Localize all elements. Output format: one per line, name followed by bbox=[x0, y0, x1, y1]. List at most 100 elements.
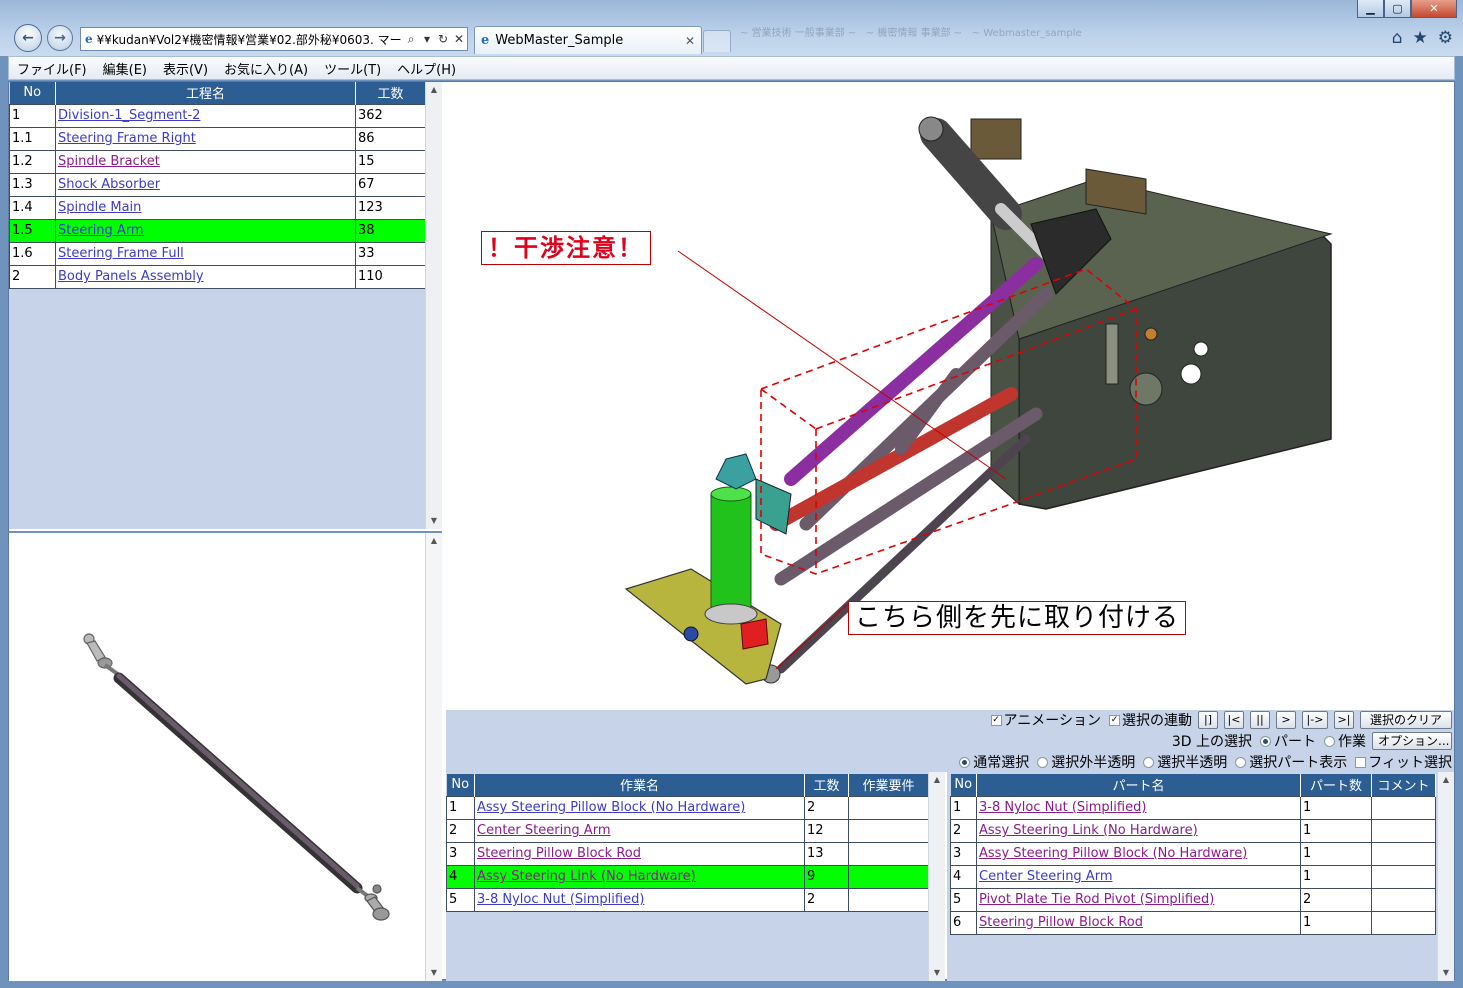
scroll-up-icon[interactable]: ▲ bbox=[426, 82, 442, 98]
new-tab-button[interactable] bbox=[703, 30, 731, 52]
playback-step-button[interactable]: |-> bbox=[1302, 711, 1328, 729]
row-link[interactable]: Spindle Bracket bbox=[58, 154, 160, 169]
row-link[interactable]: Steering Frame Full bbox=[58, 246, 184, 261]
select-translucent-radio[interactable] bbox=[1143, 756, 1155, 768]
preview-scrollbar[interactable]: ▲ ▼ bbox=[425, 533, 442, 981]
playback-rewind-button[interactable]: |< bbox=[1224, 711, 1244, 729]
playback-play-button[interactable]: > bbox=[1276, 711, 1296, 729]
menu-help[interactable]: ヘルプ(H) bbox=[389, 59, 464, 78]
row-link[interactable]: Steering Pillow Block Rod bbox=[979, 915, 1143, 930]
menu-file[interactable]: ファイル(F) bbox=[9, 59, 95, 78]
minimize-button[interactable]: ▁ bbox=[1357, 0, 1384, 18]
cell-name: Steering Arm bbox=[55, 218, 356, 243]
menu-bar: ファイル(F) 編集(E) 表示(V) お気に入り(A) ツール(T) ヘルプ(… bbox=[8, 56, 1455, 80]
task-table: No 作業名 工数 作業要件 1 Assy Steering Pillow Blo… bbox=[446, 774, 929, 912]
scroll-up-icon[interactable]: ▲ bbox=[929, 772, 945, 788]
stop-icon[interactable]: ✕ bbox=[451, 32, 467, 46]
parts-list-scrollbar[interactable]: ▲ ▼ bbox=[1437, 772, 1454, 981]
playback-row: ✓ アニメーション ✓ 選択の連動 |] |< || > |-> >| 選択のク… bbox=[990, 710, 1452, 730]
table-row[interactable]: 5 Pivot Plate Tie Rod Pivot (Simplified) 2 bbox=[950, 887, 1436, 912]
playback-pause-button[interactable]: || bbox=[1250, 711, 1270, 729]
task-radio[interactable] bbox=[1324, 735, 1335, 747]
3d-viewer[interactable]: ！干渉注意！ こちら側を先に取り付ける bbox=[446, 84, 1454, 710]
row-link[interactable]: Steering Frame Right bbox=[58, 131, 196, 146]
row-link[interactable]: Shock Absorber bbox=[58, 177, 160, 192]
table-row[interactable]: 3 Steering Pillow Block Rod 13 bbox=[446, 841, 929, 866]
row-link[interactable]: Center Steering Arm bbox=[979, 869, 1113, 884]
table-row[interactable]: 1.4 Spindle Main 123 bbox=[9, 195, 426, 220]
row-link[interactable]: Assy Steering Link (No Hardware) bbox=[477, 869, 696, 884]
row-link[interactable]: Division-1_Segment-2 bbox=[58, 108, 200, 123]
row-link[interactable]: 3-8 Nyloc Nut (Simplified) bbox=[477, 892, 644, 907]
scroll-down-icon[interactable]: ▼ bbox=[929, 965, 945, 981]
row-link[interactable]: Body Panels Assembly bbox=[58, 269, 204, 284]
menu-favorites[interactable]: お気に入り(A) bbox=[216, 59, 316, 78]
selection-link-checkbox[interactable]: ✓ bbox=[1109, 714, 1120, 726]
playback-first-button[interactable]: |] bbox=[1198, 711, 1218, 729]
home-icon[interactable]: ⌂ bbox=[1392, 28, 1403, 48]
task-list-scrollbar[interactable]: ▲ ▼ bbox=[928, 772, 945, 981]
playback-last-button[interactable]: >| bbox=[1334, 711, 1354, 729]
table-row[interactable]: 4 Assy Steering Link (No Hardware) 9 bbox=[446, 864, 929, 889]
gear-icon[interactable]: ⚙ bbox=[1438, 28, 1453, 48]
interference-warning-callout: ！干渉注意！ bbox=[481, 231, 651, 265]
options-button[interactable]: オプション... bbox=[1372, 732, 1452, 750]
table-row[interactable]: 1 Assy Steering Pillow Block (No Hardware… bbox=[446, 795, 929, 820]
scroll-down-icon[interactable]: ▼ bbox=[1438, 965, 1454, 981]
row-link[interactable]: Spindle Main bbox=[58, 200, 141, 215]
table-row[interactable]: 1 Division-1_Segment-2 362 bbox=[9, 103, 426, 128]
row-link[interactable]: Pivot Plate Tie Rod Pivot (Simplified) bbox=[979, 892, 1214, 907]
table-row[interactable]: 6 Steering Pillow Block Rod 1 bbox=[950, 910, 1436, 935]
table-row[interactable]: 2 Center Steering Arm 12 bbox=[446, 818, 929, 843]
cell-name: Steering Frame Right bbox=[55, 126, 356, 151]
clear-selection-button[interactable]: 選択のクリア bbox=[1360, 711, 1452, 729]
scroll-down-icon[interactable]: ▼ bbox=[426, 965, 442, 981]
back-button[interactable]: ← bbox=[14, 24, 42, 52]
cell-count: 2 bbox=[1300, 887, 1372, 912]
table-row[interactable]: 1.6 Steering Frame Full 33 bbox=[9, 241, 426, 266]
scroll-up-icon[interactable]: ▲ bbox=[1438, 772, 1454, 788]
animation-checkbox[interactable]: ✓ bbox=[990, 714, 1002, 726]
part-radio[interactable] bbox=[1260, 735, 1271, 747]
tab-close-icon[interactable]: ✕ bbox=[685, 34, 695, 48]
fit-select-checkbox[interactable] bbox=[1355, 756, 1367, 768]
star-icon[interactable]: ★ bbox=[1413, 28, 1428, 48]
row-link[interactable]: Center Steering Arm bbox=[477, 823, 611, 838]
cell-no: 1.1 bbox=[9, 126, 56, 151]
menu-view[interactable]: 表示(V) bbox=[155, 59, 216, 78]
table-row[interactable]: 1.5 Steering Arm 38 bbox=[9, 218, 426, 243]
menu-edit[interactable]: 編集(E) bbox=[95, 59, 155, 78]
table-row[interactable]: 1.1 Steering Frame Right 86 bbox=[9, 126, 426, 151]
selected-parts-only-radio[interactable] bbox=[1235, 756, 1247, 768]
dropdown-icon[interactable]: ▾ bbox=[419, 32, 435, 46]
maximize-button[interactable]: ▢ bbox=[1384, 0, 1411, 18]
row-link[interactable]: Assy Steering Pillow Block (No Hardware) bbox=[979, 846, 1247, 861]
scroll-up-icon[interactable]: ▲ bbox=[426, 533, 442, 549]
scroll-down-icon[interactable]: ▼ bbox=[426, 513, 442, 529]
menu-tools[interactable]: ツール(T) bbox=[316, 59, 389, 78]
address-bar[interactable]: e ¥¥kudan¥Vol2¥機密情報¥営業¥02.部外秘¥0603. マー ⌕… bbox=[80, 27, 468, 51]
table-row[interactable]: 3 Assy Steering Pillow Block (No Hardware… bbox=[950, 841, 1436, 866]
row-link[interactable]: 3-8 Nyloc Nut (Simplified) bbox=[979, 800, 1146, 815]
close-window-button[interactable]: ✕ bbox=[1411, 0, 1457, 18]
table-row[interactable]: 5 3-8 Nyloc Nut (Simplified) 2 bbox=[446, 887, 929, 912]
row-link[interactable]: Steering Pillow Block Rod bbox=[477, 846, 641, 861]
process-list-scrollbar[interactable]: ▲ ▼ bbox=[425, 82, 442, 529]
table-row[interactable]: 2 Assy Steering Link (No Hardware) 1 bbox=[950, 818, 1436, 843]
table-row[interactable]: 4 Center Steering Arm 1 bbox=[950, 864, 1436, 889]
table-row[interactable]: 1.3 Shock Absorber 67 bbox=[9, 172, 426, 197]
search-icon[interactable]: ⌕ bbox=[403, 32, 419, 47]
forward-button[interactable]: → bbox=[47, 25, 73, 51]
row-link[interactable]: Steering Arm bbox=[58, 223, 144, 238]
table-row[interactable]: 1.2 Spindle Bracket 15 bbox=[9, 149, 426, 174]
row-link[interactable]: Assy Steering Pillow Block (No Hardware) bbox=[477, 800, 745, 815]
cell-name: Body Panels Assembly bbox=[55, 264, 356, 289]
normal-select-radio[interactable] bbox=[959, 756, 971, 768]
refresh-icon[interactable]: ↻ bbox=[435, 32, 451, 46]
table-row[interactable]: 1 3-8 Nyloc Nut (Simplified) 1 bbox=[950, 795, 1436, 820]
table-row[interactable]: 2 Body Panels Assembly 110 bbox=[9, 264, 426, 289]
row-link[interactable]: Assy Steering Link (No Hardware) bbox=[979, 823, 1198, 838]
outside-translucent-radio[interactable] bbox=[1037, 756, 1049, 768]
browser-tab[interactable]: e WebMaster_Sample ✕ bbox=[474, 26, 702, 54]
cell-hours: 33 bbox=[355, 241, 426, 266]
